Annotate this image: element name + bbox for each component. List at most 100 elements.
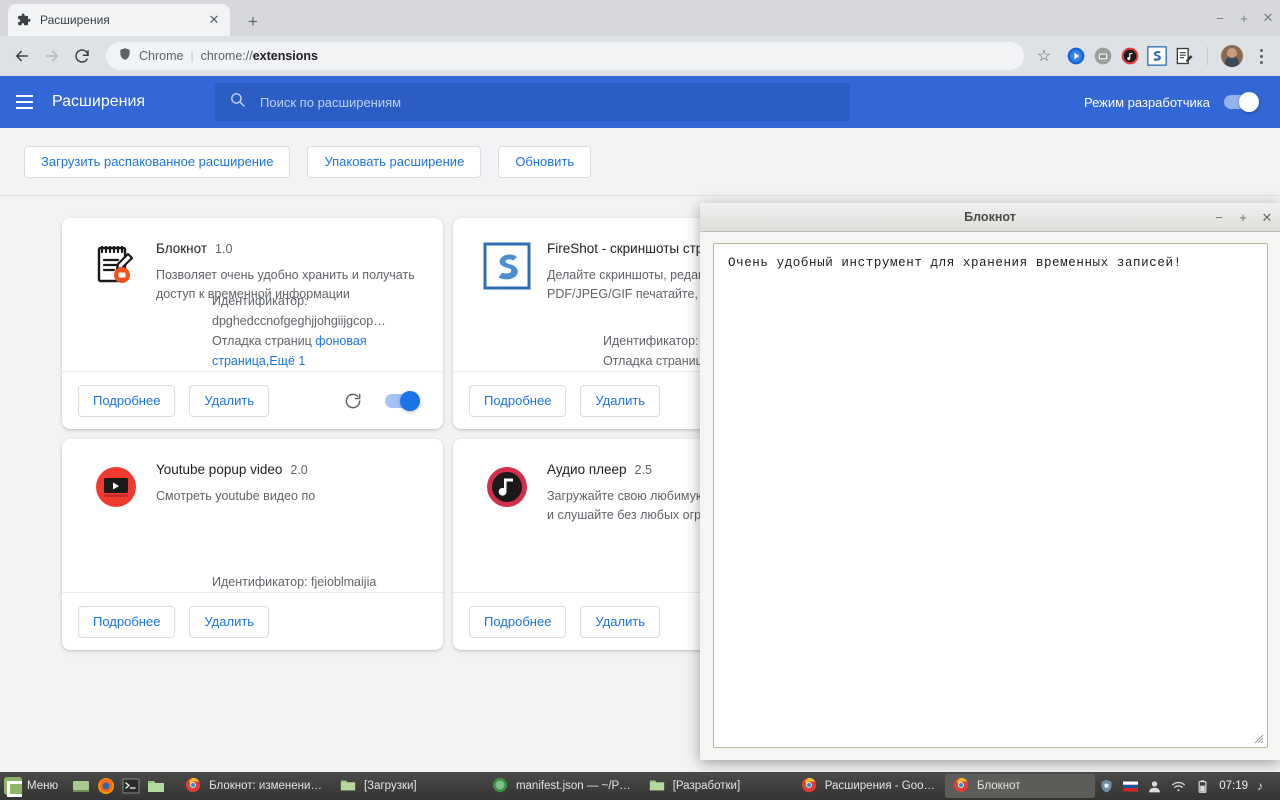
taskbar-item[interactable]: Блокнот: изменени… (177, 774, 330, 798)
reload-icon[interactable] (343, 391, 363, 411)
bookmark-star-icon[interactable]: ☆ (1032, 44, 1056, 68)
editor-icon (492, 777, 510, 795)
taskbar-item[interactable]: [Разработки] (641, 774, 791, 798)
puzzle-icon (16, 12, 32, 28)
extension-name: Аудио плеер (547, 462, 627, 477)
forward-icon[interactable] (38, 42, 66, 70)
notepad-extension-icon[interactable] (1174, 46, 1194, 66)
music-note-icon (483, 463, 531, 511)
tab-close-icon[interactable]: ✕ (206, 12, 222, 28)
extension-id: dpghedccnofgeghjjohgiijgcop… (212, 314, 386, 328)
file-manager-icon[interactable] (147, 777, 165, 795)
notepad-close-button[interactable]: ✕ (1260, 208, 1274, 228)
taskbar-windows: Блокнот: изменени… [Загрузки] manifest.j… (171, 774, 1099, 798)
extension-card-footer: Подробнее Удалить (62, 371, 443, 429)
screen: Расширения ✕ + − + ✕ (0, 0, 1280, 800)
details-button[interactable]: Подробнее (469, 385, 566, 417)
update-button[interactable]: Обновить (498, 146, 591, 178)
new-tab-button[interactable]: + (240, 9, 266, 35)
notepad-titlebar[interactable]: Блокнот − + ✕ (700, 203, 1280, 232)
notepad-window-controls: − + ✕ (1212, 203, 1274, 232)
search-icon (229, 91, 246, 113)
chrome-shield-icon (118, 47, 132, 66)
page-title: Расширения (52, 93, 145, 111)
notepad-maximize-button[interactable]: + (1236, 208, 1250, 228)
extension-card[interactable]: Блокнот1.0 Позволяет очень удобно хранит… (62, 218, 443, 429)
address-url: chrome://extensions (201, 49, 318, 63)
remove-button[interactable]: Удалить (580, 385, 660, 417)
clock[interactable]: 07:19 (1219, 780, 1248, 792)
reload-icon[interactable] (68, 42, 96, 70)
extension-card[interactable]: Youtube popup video2.0 Смотреть youtube … (62, 439, 443, 650)
music-note-tray-icon[interactable]: ♪ (1257, 779, 1272, 794)
notepad-pencil-icon (92, 242, 140, 290)
show-desktop-icon[interactable] (72, 777, 90, 795)
taskbar-item[interactable]: manifest.json — ~/P… (484, 774, 639, 798)
extension-id-row: Идентификатор: fjeioblmaijia (212, 572, 376, 592)
notepad-text-content: Очень удобный инструмент для хранения вр… (728, 256, 1182, 270)
video-player-extension-icon[interactable] (1066, 46, 1086, 66)
battery-icon[interactable] (1195, 779, 1210, 794)
screen-capture-extension-icon[interactable] (1093, 46, 1113, 66)
window-maximize-button[interactable]: + (1232, 0, 1256, 36)
pack-extension-button[interactable]: Упаковать расширение (307, 146, 481, 178)
taskbar-item-label: Блокнот (977, 780, 1020, 792)
avatar[interactable] (1221, 45, 1243, 67)
chrome-icon (801, 777, 819, 795)
details-button[interactable]: Подробнее (78, 606, 175, 638)
shield-update-icon[interactable] (1099, 779, 1114, 794)
taskbar-item[interactable]: [Загрузки] (332, 774, 482, 798)
extension-version: 1.0 (215, 242, 232, 256)
taskbar-item[interactable]: Расширения - Goo… (793, 774, 943, 798)
load-unpacked-button[interactable]: Загрузить распакованное расширение (24, 146, 290, 178)
folder-icon (340, 777, 358, 795)
developer-mode-label: Режим разработчика (1084, 95, 1210, 110)
search-input[interactable]: Поиск по расширениям (215, 83, 850, 121)
terminal-icon[interactable] (122, 777, 140, 795)
remove-button[interactable]: Удалить (189, 385, 269, 417)
extension-meta: Идентификатор: dpghedccnofgeghjjohgiijgc… (212, 291, 443, 371)
window-minimize-button[interactable]: − (1208, 0, 1232, 36)
extensions-header: Расширения Поиск по расширениям Режим ра… (0, 76, 1280, 128)
notepad-textarea[interactable]: Очень удобный инструмент для хранения вр… (713, 243, 1268, 748)
window-close-button[interactable]: ✕ (1256, 0, 1280, 36)
browser-tab[interactable]: Расширения ✕ (8, 4, 230, 36)
notepad-window[interactable]: Блокнот − + ✕ Очень удобный инструмент д… (700, 203, 1280, 760)
hamburger-menu-icon[interactable] (0, 76, 48, 128)
resize-grip-icon[interactable] (1252, 732, 1264, 744)
start-menu-button[interactable]: Меню (0, 777, 66, 795)
developer-mode-toggle[interactable] (1224, 95, 1258, 109)
fireshot-extension-icon[interactable] (1147, 46, 1167, 66)
remove-button[interactable]: Удалить (580, 606, 660, 638)
user-icon[interactable] (1147, 779, 1162, 794)
tab-strip: Расширения ✕ + − + ✕ (0, 0, 1280, 36)
extension-description: Смотреть youtube видео по (156, 487, 427, 506)
window-controls: − + ✕ (1208, 0, 1280, 36)
details-button[interactable]: Подробнее (78, 385, 175, 417)
extension-name: Youtube popup video (156, 462, 282, 477)
extension-toolbar-icons (1058, 43, 1272, 69)
taskbar-item-label: [Разработки] (673, 780, 740, 792)
audio-player-extension-icon[interactable] (1120, 46, 1140, 66)
remove-button[interactable]: Удалить (189, 606, 269, 638)
details-button[interactable]: Подробнее (469, 606, 566, 638)
address-bar[interactable]: Chrome | chrome://extensions (106, 42, 1024, 70)
extension-name: FireShot - скриншоты стран (547, 241, 718, 256)
wifi-icon[interactable] (1171, 779, 1186, 794)
notepad-minimize-button[interactable]: − (1212, 208, 1226, 228)
mint-logo-icon (4, 777, 22, 795)
taskbar-item-label: Расширения - Goo… (825, 780, 935, 792)
back-icon[interactable] (8, 42, 36, 70)
taskbar-item[interactable]: Блокнот (945, 774, 1095, 798)
taskbar-item-label: Блокнот: изменени… (209, 780, 322, 792)
toolbar-divider (1207, 47, 1208, 65)
firefox-icon[interactable] (97, 777, 115, 795)
taskbar-item-label: [Загрузки] (364, 780, 417, 792)
extension-inspect-row: Отладка страниц фоновая страница,Ещё 1 (212, 331, 443, 371)
address-scheme-label: Chrome (139, 49, 183, 63)
extension-enable-toggle[interactable] (385, 394, 419, 408)
extensions-toolbar: Загрузить распакованное расширение Упако… (0, 128, 1280, 196)
russian-flag-icon[interactable] (1123, 779, 1138, 794)
chrome-menu-icon[interactable] (1250, 43, 1272, 69)
notepad-title: Блокнот (964, 210, 1016, 224)
